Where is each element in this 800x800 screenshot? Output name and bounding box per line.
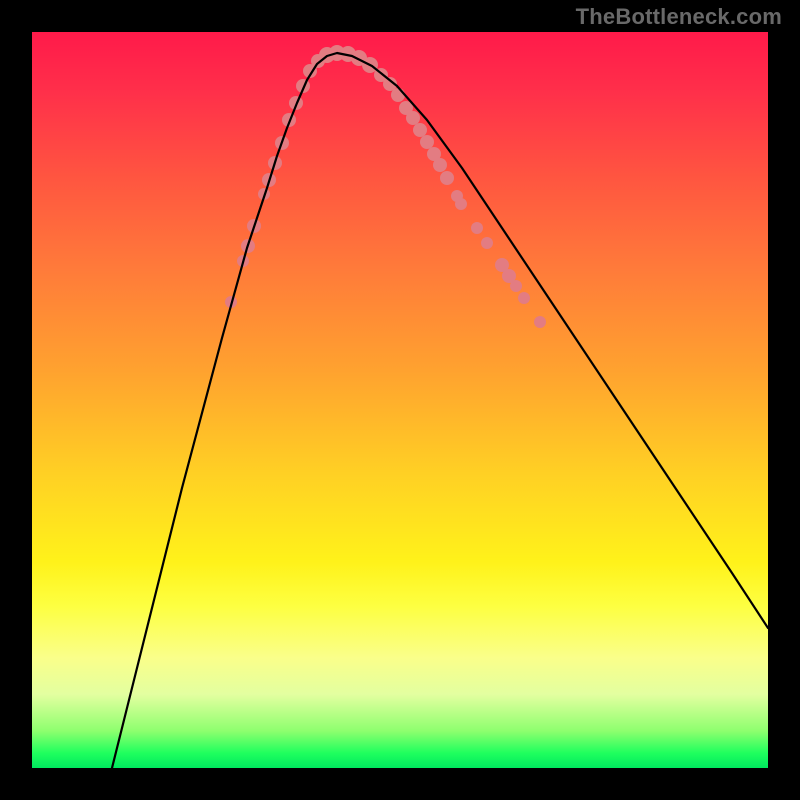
- data-point: [471, 222, 483, 234]
- watermark-text: TheBottleneck.com: [576, 4, 782, 30]
- data-point: [518, 292, 530, 304]
- data-point: [481, 237, 493, 249]
- data-point: [413, 123, 427, 137]
- data-point: [433, 158, 447, 172]
- data-point: [440, 171, 454, 185]
- plot-area: [32, 32, 768, 768]
- data-point: [510, 280, 522, 292]
- data-point: [455, 198, 467, 210]
- data-point: [420, 135, 434, 149]
- data-point: [391, 88, 405, 102]
- dots-layer: [225, 45, 546, 328]
- chart-root: TheBottleneck.com: [0, 0, 800, 800]
- data-point: [534, 316, 546, 328]
- chart-svg: [32, 32, 768, 768]
- data-point: [406, 111, 420, 125]
